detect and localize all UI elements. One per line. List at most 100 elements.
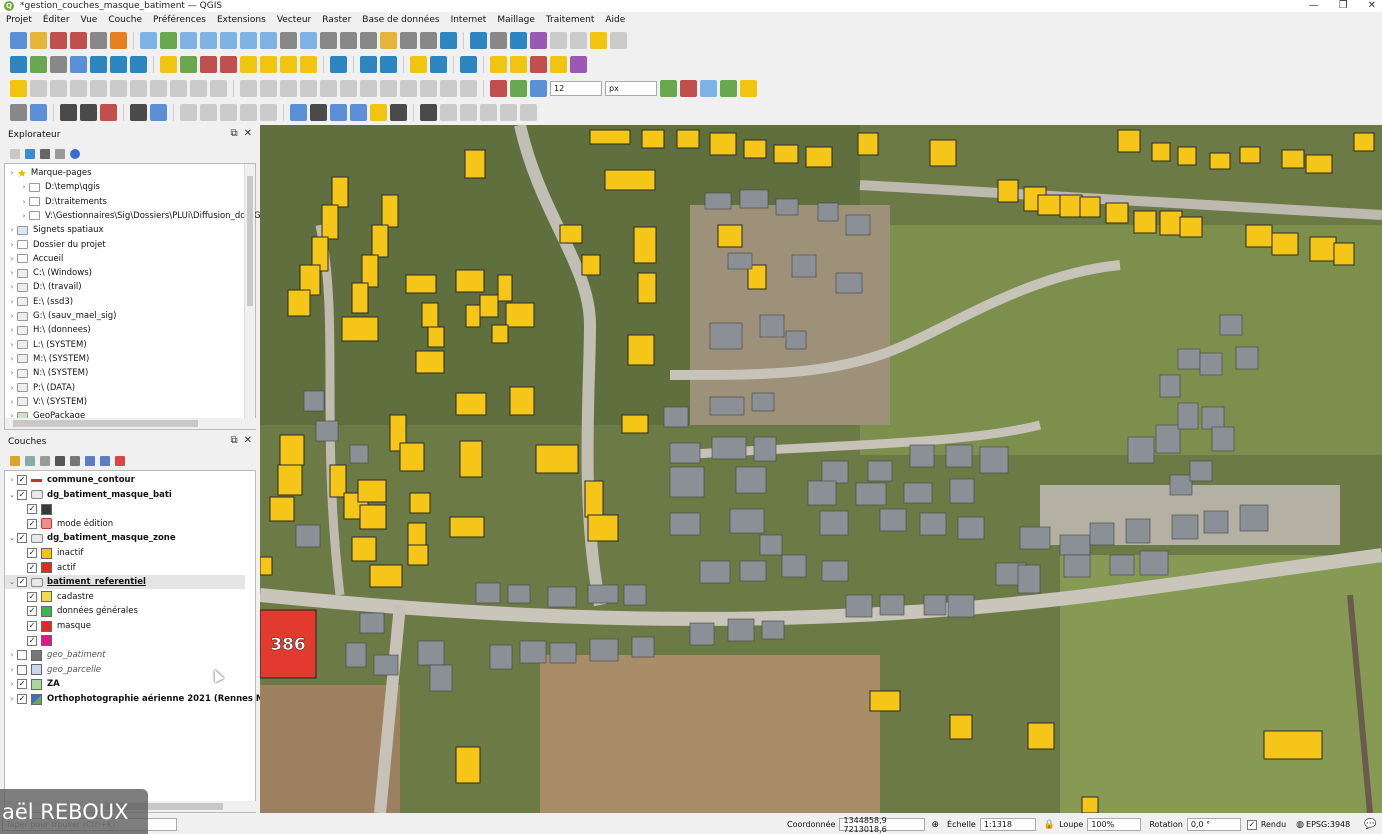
text-format-icon[interactable]	[420, 103, 437, 121]
messages-icon[interactable]: 💬	[1364, 819, 1376, 830]
menu-item-6[interactable]: Vecteur	[277, 15, 311, 25]
menu-item-2[interactable]: Vue	[81, 15, 98, 25]
help-icon[interactable]	[150, 103, 167, 121]
layer-item[interactable]: ⌄ ✓ batiment_referentiel	[5, 575, 245, 590]
layer-item[interactable]: › geo_parcelle	[5, 663, 245, 677]
explorer-item[interactable]: › D:\traitements	[5, 195, 107, 209]
topology-icon[interactable]	[680, 79, 697, 97]
label-toolbar-icon[interactable]	[160, 55, 177, 73]
layout-manager-icon[interactable]	[110, 31, 127, 49]
select-value-icon[interactable]	[510, 55, 527, 73]
paste-features-icon[interactable]	[170, 79, 187, 97]
explorer-item[interactable]: › L:\ (SYSTEM)	[5, 338, 87, 352]
digitize-segment-icon[interactable]	[240, 79, 257, 97]
layer-visibility-checkbox[interactable]: ✓	[27, 504, 37, 515]
close-button[interactable]: ✕	[1368, 0, 1376, 11]
current-edits-icon[interactable]	[10, 79, 27, 97]
info-icon[interactable]	[70, 149, 80, 159]
menu-item-3[interactable]: Couche	[108, 15, 142, 25]
explorer-item[interactable]: › C:\ (Windows)	[5, 266, 92, 280]
expand-arrow-icon[interactable]: ›	[7, 476, 17, 484]
save-as-icon[interactable]	[70, 31, 87, 49]
layer-item[interactable]: › ✓ commune_contour	[5, 473, 245, 487]
close-panel-icon[interactable]: ✕	[244, 128, 252, 139]
render-checkbox[interactable]: ✓	[1246, 819, 1257, 830]
merge-icon[interactable]	[300, 79, 317, 97]
vertex-editor-icon[interactable]	[350, 103, 367, 121]
legend-class-item[interactable]: ✓ actif	[5, 561, 245, 575]
collapse-all-icon[interactable]	[55, 149, 65, 159]
layer-visibility-checkbox[interactable]: ✓	[17, 489, 27, 500]
add-selected-layers-icon[interactable]	[10, 149, 20, 159]
text-insert-icon[interactable]	[390, 103, 407, 121]
layer-visibility-checkbox[interactable]: ✓	[27, 621, 37, 631]
arrow-icon[interactable]	[310, 103, 327, 121]
star-annotation-icon[interactable]	[370, 103, 387, 121]
save-edits-icon[interactable]	[50, 79, 67, 97]
explorer-item[interactable]: › V:\ (SYSTEM)	[5, 395, 87, 409]
expand-arrow-icon[interactable]: ›	[7, 169, 17, 177]
crs-globe-icon[interactable]: ◍	[1296, 820, 1304, 830]
filter-legend-icon[interactable]	[55, 456, 65, 466]
filter-expression-icon[interactable]	[70, 456, 80, 466]
expand-arrow-icon[interactable]: ›	[7, 398, 17, 406]
expand-arrow-icon[interactable]: ›	[7, 680, 17, 688]
measure-icon[interactable]	[570, 31, 587, 49]
explorer-item[interactable]: › E:\ (ssd3)	[5, 295, 74, 309]
close-panel-icon[interactable]: ✕	[244, 435, 252, 446]
layer-item[interactable]: ⌄ ✓ dg_batiment_masque_zone	[5, 531, 245, 545]
menu-item-8[interactable]: Base de données	[362, 15, 439, 25]
menu-item-7[interactable]: Raster	[322, 15, 351, 25]
menu-item-10[interactable]: Maillage	[497, 15, 535, 25]
refresh-icon[interactable]	[440, 31, 457, 49]
menu-item-9[interactable]: Internet	[451, 15, 487, 25]
expand-arrow-icon[interactable]: ›	[7, 369, 17, 377]
reshape-icon[interactable]	[340, 79, 357, 97]
copy-features-icon[interactable]	[150, 79, 167, 97]
zoom-next-icon[interactable]	[320, 31, 337, 49]
explorer-item[interactable]: › M:\ (SYSTEM)	[5, 352, 90, 366]
filter-icon[interactable]	[40, 149, 50, 159]
new-bookmark-icon[interactable]	[380, 31, 397, 49]
vector-tile-icon[interactable]	[130, 55, 147, 73]
zoom-to-layer-icon[interactable]	[260, 31, 277, 49]
explorer-item[interactable]: › P:\ (DATA)	[5, 381, 76, 395]
legend-class-item[interactable]: ✓ masque	[5, 619, 245, 633]
toggle-editing-icon[interactable]	[30, 79, 47, 97]
advanced-digitize-icon[interactable]	[30, 103, 47, 121]
legend-class-item[interactable]: ✓ inactif	[5, 546, 245, 560]
layer-visibility-checkbox[interactable]: ✓	[27, 591, 37, 602]
layer-visibility-checkbox[interactable]: ✓	[17, 475, 27, 485]
table-icon[interactable]	[260, 103, 277, 121]
remove-layer-icon[interactable]	[115, 456, 125, 466]
layer-visibility-checkbox[interactable]: ✓	[27, 606, 37, 617]
digitize-line-icon[interactable]	[70, 55, 87, 73]
collapse-arrow-icon[interactable]: ⌄	[7, 491, 17, 499]
crs-button[interactable]: EPSG:3948	[1306, 820, 1350, 829]
add-feature-icon[interactable]	[70, 79, 87, 97]
expand-arrow-icon[interactable]: ›	[7, 283, 17, 291]
menu-item-11[interactable]: Traitement	[546, 15, 595, 25]
expand-arrow-icon[interactable]: ›	[19, 198, 29, 206]
refresh-icon[interactable]	[25, 149, 35, 159]
new-map-view-icon[interactable]	[340, 31, 357, 49]
explorer-horizontal-scrollbar[interactable]	[5, 418, 257, 429]
zoom-full-icon[interactable]	[220, 31, 237, 49]
explorer-item[interactable]: › N:\ (SYSTEM)	[5, 366, 89, 380]
new-3d-view-icon[interactable]	[360, 31, 377, 49]
label-diagram-icon[interactable]	[300, 55, 317, 73]
collapse-arrow-icon[interactable]: ⌄	[7, 534, 17, 542]
attribute-icon[interactable]	[200, 103, 217, 121]
node-tool-icon[interactable]	[330, 103, 347, 121]
db-manager-icon[interactable]	[330, 55, 347, 73]
snapping-settings-icon[interactable]	[510, 79, 527, 97]
label-rotate-icon[interactable]	[260, 55, 277, 73]
minimize-button[interactable]: —	[1309, 0, 1319, 11]
new-project-icon[interactable]	[10, 31, 27, 49]
orthophoto-map[interactable]: 386	[260, 125, 1382, 813]
pan-icon[interactable]	[140, 31, 157, 49]
snapping-magnet-icon[interactable]	[490, 79, 507, 97]
text-annotation-icon[interactable]	[290, 103, 307, 121]
split-icon[interactable]	[280, 79, 297, 97]
deselect-icon[interactable]	[530, 55, 547, 73]
